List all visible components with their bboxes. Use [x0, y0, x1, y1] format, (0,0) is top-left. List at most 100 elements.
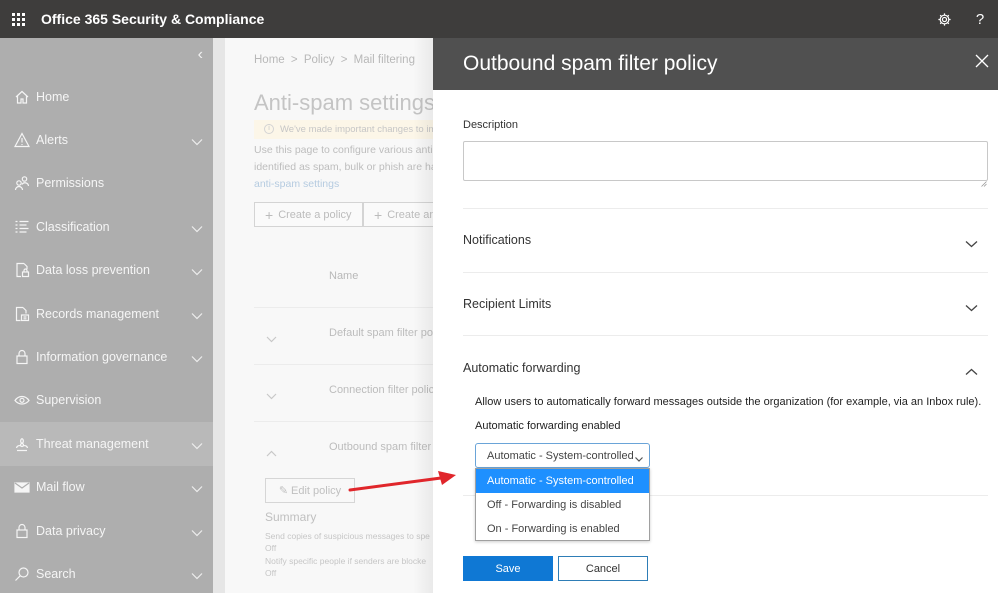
sidebar-item-supervision[interactable]: Supervision [0, 379, 213, 422]
app-launcher-button[interactable] [0, 0, 36, 38]
section-label: Automatic forwarding [463, 361, 581, 375]
column-header-name[interactable]: Name [329, 270, 358, 282]
home-icon [14, 89, 30, 105]
biohazard-icon [14, 436, 30, 452]
breadcrumb-separator: > [340, 54, 348, 66]
description-label: Description [463, 119, 519, 131]
sidebar-item-label: Home [36, 89, 70, 104]
anti-spam-settings-link[interactable]: anti-spam settings [254, 176, 433, 193]
sidebar-item-label: Data privacy [36, 523, 106, 538]
summary-line: Send copies of suspicious messages to sp… [265, 531, 430, 541]
page-title: Anti-spam settings [254, 90, 433, 115]
sidebar-item-data-privacy[interactable]: Data privacy [0, 509, 213, 552]
sidebar-item-search[interactable]: Search [0, 552, 213, 593]
pencil-icon: ✎ [278, 485, 289, 497]
help-icon: ? [975, 10, 985, 28]
sidebar-item-label: Alerts [36, 133, 68, 148]
sidebar-item-data-loss-prevention[interactable]: Data loss prevention [0, 249, 213, 292]
sidebar: ‹ Home Alerts Permissions Classification… [0, 38, 213, 593]
chevron-down-icon [191, 482, 203, 496]
description-line: identified as spam, bulk or phish are ha [254, 161, 433, 173]
sidebar-item-threat-management[interactable]: Threat management [0, 422, 213, 466]
notice-text: We've made important changes to imp [280, 124, 433, 135]
button-label: Create a policy [278, 208, 352, 221]
close-button[interactable] [974, 53, 994, 73]
divider [463, 335, 988, 336]
forwarding-dropdown: Automatic - System-controlled Off - Forw… [475, 468, 650, 541]
sidebar-item-label: Records management [36, 306, 159, 321]
description-input[interactable] [463, 141, 988, 181]
info-icon: i [264, 124, 274, 135]
people-icon [14, 175, 30, 191]
app-launcher-icon [11, 12, 25, 26]
breadcrumb-mail-filtering: Mail filtering [353, 54, 415, 66]
save-button[interactable]: Save [463, 556, 553, 581]
sidebar-item-alerts[interactable]: Alerts [0, 118, 213, 161]
chevron-up-icon [965, 363, 978, 381]
chevron-down-icon [635, 453, 643, 465]
help-button[interactable]: ? [962, 0, 998, 38]
gear-icon [937, 12, 951, 26]
notice-banner: i We've made important changes to imp [254, 120, 433, 139]
top-bar: Office 365 Security & Compliance ? [0, 0, 998, 38]
sidebar-item-permissions[interactable]: Permissions [0, 162, 213, 205]
settings-button[interactable] [926, 0, 962, 38]
forwarding-description: Allow users to automatically forward mes… [475, 396, 982, 408]
create-policy-button[interactable]: + Create a policy [254, 202, 363, 227]
resize-grip-icon[interactable] [981, 174, 987, 187]
dropdown-option[interactable]: Automatic - System-controlled [476, 469, 649, 493]
policy-row[interactable]: Connection filter polic [254, 364, 433, 421]
cancel-button[interactable]: Cancel [558, 556, 648, 581]
sidebar-item-label: Search [36, 566, 76, 581]
chevron-up-icon[interactable] [266, 444, 277, 462]
edit-policy-button[interactable]: ✎ Edit policy [265, 478, 355, 503]
scrollbar-gutter[interactable] [213, 38, 225, 593]
sidebar-item-information-governance[interactable]: Information governance [0, 335, 213, 378]
sidebar-item-records-management[interactable]: Records management [0, 292, 213, 335]
chevron-down-icon [191, 439, 203, 453]
chevron-down-icon [191, 569, 203, 583]
section-automatic-forwarding[interactable]: Automatic forwarding [463, 337, 988, 399]
chevron-down-icon [965, 235, 978, 253]
sidebar-item-label: Classification [36, 219, 110, 234]
warning-icon [14, 132, 30, 148]
breadcrumb-policy[interactable]: Policy [304, 54, 335, 66]
chevron-down-icon [191, 309, 203, 323]
plus-icon: + [265, 206, 274, 223]
sidebar-item-label: Information governance [36, 350, 168, 365]
summary-line: Notify specific people if senders are bl… [265, 556, 427, 566]
breadcrumb-home[interactable]: Home [254, 54, 285, 66]
chevron-down-icon [191, 526, 203, 540]
section-recipient-limits[interactable]: Recipient Limits [463, 273, 988, 335]
eye-icon [14, 392, 30, 408]
sidebar-item-classification[interactable]: Classification [0, 205, 213, 248]
section-notifications[interactable]: Notifications [463, 209, 988, 271]
summary-value: Off [265, 543, 277, 553]
sidebar-item-label: Data loss prevention [36, 263, 150, 278]
summary-heading: Summary [265, 510, 317, 524]
sidebar-item-mail-flow[interactable]: Mail flow [0, 466, 213, 509]
description-line: Use this page to configure various anti [254, 144, 433, 156]
dropdown-option[interactable]: On - Forwarding is enabled [476, 517, 649, 541]
app-title: Office 365 Security & Compliance [41, 11, 265, 27]
section-label: Notifications [463, 233, 532, 247]
records-icon [14, 306, 30, 322]
panel-header: Outbound spam filter policy [433, 38, 998, 90]
sidebar-item-home[interactable]: Home [0, 75, 213, 118]
chevron-down-icon[interactable] [266, 330, 277, 348]
chevron-down-icon [965, 299, 978, 317]
policy-row[interactable]: Default spam filter pol [254, 307, 433, 364]
chevron-down-icon[interactable] [266, 387, 277, 405]
panel-shadow [413, 38, 433, 593]
sidebar-item-label: Mail flow [36, 480, 85, 495]
sidebar-item-label: Permissions [36, 176, 105, 191]
list-icon [14, 219, 30, 235]
collapse-nav-button[interactable]: ‹ [198, 46, 203, 64]
page-description: Use this page to configure various anti … [254, 142, 433, 193]
dropdown-option[interactable]: Off - Forwarding is disabled [476, 493, 649, 517]
forwarding-select[interactable]: Automatic - System-controlled [475, 443, 650, 468]
anti-spam-page: Home > Policy > Mail filtering Anti-spam… [225, 38, 433, 593]
policy-panel: Outbound spam filter policy Description … [433, 38, 998, 593]
policy-row[interactable]: Outbound spam filter [254, 421, 433, 478]
lock-icon [14, 523, 30, 539]
